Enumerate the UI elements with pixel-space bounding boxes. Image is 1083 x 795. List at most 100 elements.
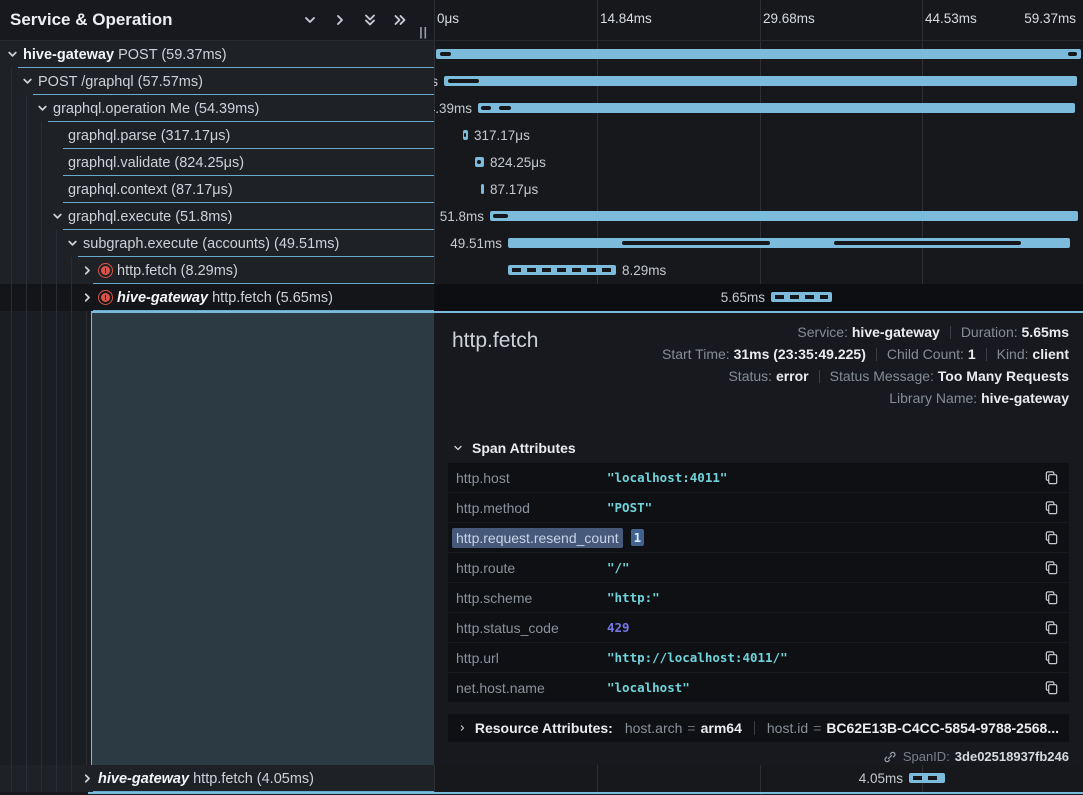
attribute-row[interactable]: net.host.name"localhost" bbox=[448, 673, 1069, 702]
timeline-row[interactable]: 54.39ms bbox=[434, 95, 1083, 122]
attribute-row[interactable]: http.scheme"http:" bbox=[448, 583, 1069, 612]
child-span-marker bbox=[1068, 52, 1077, 56]
attribute-row[interactable]: http.route"/" bbox=[448, 553, 1069, 582]
span-duration-bar[interactable] bbox=[508, 238, 1070, 248]
timeline-row[interactable]: 4.05ms bbox=[434, 765, 1083, 792]
attribute-row[interactable]: http.request.resend_count1 bbox=[448, 523, 1069, 552]
copy-icon[interactable] bbox=[1037, 560, 1059, 575]
attribute-row[interactable]: http.host"localhost:4011" bbox=[448, 463, 1069, 492]
tree-row[interactable]: hive-gateway POST (59.37ms) bbox=[0, 41, 434, 68]
attribute-key: http.method bbox=[452, 500, 607, 516]
attribute-value: 429 bbox=[607, 620, 1037, 635]
timeline-row[interactable]: 317.17μs bbox=[434, 122, 1083, 149]
chevron-down-icon[interactable] bbox=[5, 48, 19, 62]
attribute-row[interactable]: http.status_code429 bbox=[448, 613, 1069, 642]
chevron-right-icon[interactable] bbox=[80, 772, 94, 786]
span-name-label: graphql.context (87.17μs) bbox=[68, 182, 233, 198]
tree-row[interactable]: graphql.context (87.17μs) bbox=[0, 176, 434, 203]
indent-guide bbox=[26, 257, 27, 284]
link-icon[interactable] bbox=[883, 750, 897, 764]
indent-guide bbox=[41, 284, 42, 311]
child-span-marker bbox=[477, 160, 481, 164]
time-tick-label: 29.68ms bbox=[763, 11, 815, 26]
expand-all-icon[interactable] bbox=[385, 6, 415, 34]
child-span-marker bbox=[499, 106, 511, 110]
span-duration-bar[interactable] bbox=[444, 76, 1077, 86]
span-duration-bar[interactable] bbox=[478, 103, 1075, 113]
chevron-right-icon[interactable] bbox=[80, 264, 94, 278]
span-duration-bar[interactable] bbox=[490, 211, 1078, 221]
span-detail-header: http.fetch Service: hive-gatewayDuration… bbox=[434, 313, 1083, 327]
meta-value: 1 bbox=[968, 346, 976, 362]
collapse-one-icon[interactable] bbox=[295, 6, 325, 34]
span-duration-bar[interactable] bbox=[909, 773, 945, 783]
span-duration-bar[interactable] bbox=[436, 49, 1081, 59]
timeline-row[interactable]: 5.65ms bbox=[434, 284, 1083, 311]
chevron-down-icon[interactable] bbox=[35, 102, 49, 116]
tree-row[interactable]: POST /graphql (57.57ms) bbox=[0, 68, 434, 95]
attribute-value: "localhost:4011" bbox=[607, 470, 1037, 485]
chevron-down-icon[interactable] bbox=[20, 75, 34, 89]
indent-guide bbox=[26, 765, 27, 792]
copy-icon[interactable] bbox=[1037, 590, 1059, 605]
tree-row[interactable]: graphql.operation Me (54.39ms) bbox=[0, 95, 434, 122]
resource-key: host.id bbox=[767, 720, 808, 736]
span-name-label: http.fetch (8.29ms) bbox=[117, 263, 238, 279]
meta-divider bbox=[986, 348, 987, 361]
resource-value: arm64 bbox=[701, 720, 742, 736]
timeline-row[interactable]: 57.57ms bbox=[434, 68, 1083, 95]
resource-equals: = bbox=[687, 720, 695, 736]
collapse-all-icon[interactable] bbox=[355, 6, 385, 34]
tree-row[interactable]: subgraph.execute (accounts) (49.51ms) bbox=[0, 230, 434, 257]
timeline-row[interactable] bbox=[434, 41, 1083, 68]
timeline-row[interactable]: 87.17μs bbox=[434, 176, 1083, 203]
span-duration-bar[interactable] bbox=[475, 157, 484, 167]
expand-one-icon[interactable] bbox=[325, 6, 355, 34]
indent-guide bbox=[41, 230, 42, 257]
duration-label: 5.65ms bbox=[721, 284, 765, 311]
attribute-row[interactable]: http.url"http://localhost:4011/" bbox=[448, 643, 1069, 672]
resource-value: BC62E13B-C4CC-5854-9788-2568... bbox=[826, 720, 1059, 736]
indent-guide bbox=[56, 311, 57, 765]
attribute-value: "POST" bbox=[607, 500, 1037, 515]
indent-guide bbox=[11, 230, 12, 257]
span-attributes-header[interactable]: Span Attributes bbox=[452, 440, 576, 456]
attribute-row[interactable]: http.method"POST" bbox=[448, 493, 1069, 522]
timeline-row[interactable]: 49.51ms bbox=[434, 230, 1083, 257]
panel-resizer-handle[interactable]: || bbox=[419, 25, 428, 39]
chevron-down-icon bbox=[452, 442, 464, 454]
span-duration-bar[interactable] bbox=[463, 130, 468, 140]
resource-attributes-header[interactable]: Resource Attributes: host.arch=arm64host… bbox=[448, 714, 1069, 742]
chevron-down-icon[interactable] bbox=[65, 237, 79, 251]
span-duration-bar[interactable] bbox=[508, 265, 616, 275]
meta-label: Duration: bbox=[961, 324, 1022, 340]
time-tick-label: 59.37ms bbox=[1024, 11, 1076, 26]
indent-guide bbox=[41, 311, 42, 765]
timeline-row[interactable]: 824.25μs bbox=[434, 149, 1083, 176]
meta-value: client bbox=[1032, 346, 1069, 362]
span-duration-bar[interactable] bbox=[481, 184, 484, 194]
tree-row[interactable]: graphql.execute (51.8ms) bbox=[0, 203, 434, 230]
meta-value: 31ms (23:35:49.225) bbox=[734, 346, 866, 362]
copy-icon[interactable] bbox=[1037, 680, 1059, 695]
copy-icon[interactable] bbox=[1037, 500, 1059, 515]
tree-row[interactable]: hive-gateway http.fetch (4.05ms) bbox=[0, 765, 434, 792]
meta-divider bbox=[819, 370, 820, 383]
chevron-right-icon[interactable] bbox=[80, 291, 94, 305]
tree-row[interactable]: http.fetch (8.29ms) bbox=[0, 257, 434, 284]
indent-guide bbox=[11, 149, 12, 176]
span-duration-bar[interactable] bbox=[771, 292, 832, 302]
indent-guide bbox=[11, 122, 12, 149]
tree-row[interactable]: hive-gateway http.fetch (5.65ms) bbox=[0, 284, 434, 311]
copy-icon[interactable] bbox=[1037, 470, 1059, 485]
span-meta-line: Status: errorStatus Message: Too Many Re… bbox=[662, 365, 1069, 387]
duration-label: 51.8ms bbox=[440, 203, 484, 230]
tree-row[interactable]: graphql.parse (317.17μs) bbox=[0, 122, 434, 149]
timeline-row[interactable]: 8.29ms bbox=[434, 257, 1083, 284]
copy-icon[interactable] bbox=[1037, 620, 1059, 635]
copy-icon[interactable] bbox=[1037, 650, 1059, 665]
copy-icon[interactable] bbox=[1037, 530, 1059, 545]
timeline-row[interactable]: 51.8ms bbox=[434, 203, 1083, 230]
tree-row[interactable]: graphql.validate (824.25μs) bbox=[0, 149, 434, 176]
chevron-down-icon[interactable] bbox=[50, 210, 64, 224]
